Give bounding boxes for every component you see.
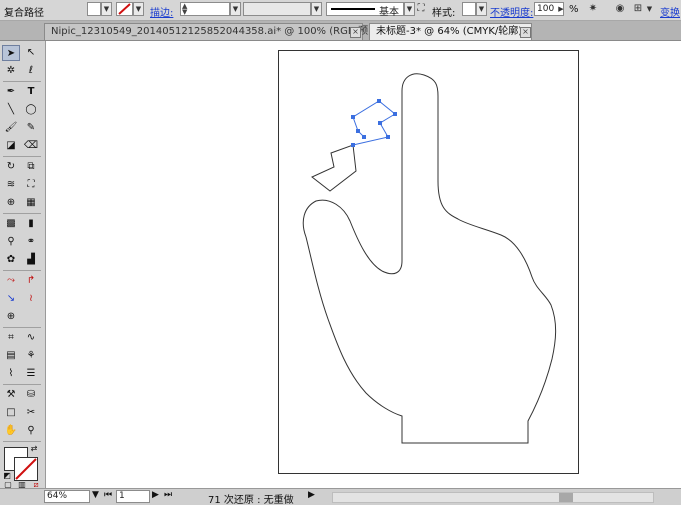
free-transform-tool-icon[interactable]: ⛶: [22, 177, 40, 193]
variable-width-field[interactable]: [243, 2, 311, 16]
tab-untitled-3[interactable]: 未标题-3* @ 64% (CMYK/轮廓) ×: [369, 23, 532, 40]
graphic-style-icon[interactable]: ⛶: [414, 2, 428, 16]
live-paint-tool-icon[interactable]: ⚘: [22, 348, 40, 364]
horizontal-scrollbar[interactable]: [332, 492, 654, 503]
style-swatch[interactable]: [462, 2, 476, 16]
artboard-tool-icon[interactable]: ⌗: [2, 330, 20, 346]
crosshair-tool-icon[interactable]: ⊕: [2, 309, 20, 325]
opacity-flyout-icon[interactable]: ▶: [556, 2, 566, 16]
column-graph-tool-icon[interactable]: ▟: [22, 252, 40, 268]
shape-builder-tool-icon[interactable]: ⊕: [2, 195, 20, 211]
stepper-icon[interactable]: ▲ ▼: [182, 3, 187, 16]
stroke-weight-dropdown-icon[interactable]: ▼: [230, 2, 241, 16]
fill-color-box[interactable]: [87, 2, 101, 16]
paintbrush-tool-icon[interactable]: 🖌: [2, 120, 20, 136]
first-artboard-icon[interactable]: ⏮: [104, 490, 112, 500]
artboard-number-select[interactable]: 1: [116, 490, 150, 503]
fill-dropdown-icon[interactable]: ▼: [101, 2, 112, 16]
recolor-artwork-icon[interactable]: ✷: [586, 2, 600, 16]
direct-selection-tool-icon[interactable]: ↖: [22, 45, 40, 61]
zoom-tool-icon[interactable]: ⚲: [22, 423, 40, 439]
zoom-dropdown-icon[interactable]: ▼: [92, 490, 99, 500]
style-label: 样式:: [432, 8, 456, 19]
next-artboard-icon[interactable]: ▶: [152, 490, 159, 500]
eraser-tool-icon[interactable]: ⌫: [22, 138, 40, 154]
status-bar: 64% ▼ ⏮ 1 ▶ ⏭ 71 次还原 : 无重做 ▶: [0, 488, 681, 506]
tab-nipic-document[interactable]: Nipic_12310549_20140512125852044358.ai* …: [44, 23, 382, 40]
scissors-tool-icon[interactable]: ✂: [22, 405, 40, 421]
opacity-link[interactable]: 不透明度:: [490, 4, 533, 19]
stroke-dropdown-icon[interactable]: ▼: [133, 2, 144, 16]
selection-tool-icon[interactable]: ➤: [2, 45, 20, 61]
control-bar: 复合路径 ▼ ▼ 描边: ▲ ▼ ▼ ▼ 基本 ▼ ⛶ 样式: ▼ 不透明度: 1…: [0, 0, 681, 21]
style-dropdown-icon[interactable]: ▼: [476, 2, 487, 16]
rectangle-tool-icon[interactable]: □: [2, 405, 20, 421]
smooth-tool-icon[interactable]: ↱: [22, 273, 40, 289]
last-artboard-icon[interactable]: ⏭: [164, 490, 172, 500]
artwork-outline[interactable]: [46, 41, 681, 488]
blend-tool-icon[interactable]: ⚭: [22, 234, 40, 250]
opacity-unit: %: [569, 4, 579, 15]
bucket-tool-icon[interactable]: ⛁: [22, 387, 40, 403]
line-tool-icon[interactable]: ╲: [2, 102, 20, 118]
stroke-link[interactable]: 描边:: [150, 4, 173, 19]
symbol-sprayer-tool-icon[interactable]: ✿: [2, 252, 20, 268]
stroke-swatch-icon[interactable]: [14, 457, 38, 481]
stroke-color-box[interactable]: [116, 2, 133, 16]
list-tool-icon[interactable]: ☰: [22, 366, 40, 382]
knife-tool-icon[interactable]: ⚒: [2, 387, 20, 403]
zigzag-tool-icon[interactable]: ⌇: [2, 366, 20, 382]
blob-brush-tool-icon[interactable]: ◪: [2, 138, 20, 154]
align-grid-icon[interactable]: ⊞: [631, 2, 645, 16]
variable-width-dropdown-icon[interactable]: ▼: [311, 2, 322, 16]
hand-outline: [302, 73, 557, 444]
document-tabs: Nipic_12310549_20140512125852044358.ai* …: [0, 21, 681, 41]
close-icon[interactable]: ×: [350, 27, 361, 38]
hand-tool-icon[interactable]: ✋: [2, 423, 20, 439]
isolate-icon[interactable]: ◉: [613, 2, 627, 16]
perspective-grid-tool-icon[interactable]: ▦: [22, 195, 40, 211]
tab-label: Nipic_12310549_20140512125852044358.ai* …: [51, 26, 382, 37]
tools-panel: ➤ ↖ ✲ ℓ ✒ T ╲ ◯ 🖌 ✎ ◪ ⌫ ↻ ⧉ ≋ ⛶ ⊕ ▦ ▩ ▮ …: [0, 41, 46, 489]
tab-label: 未标题-3* @ 64% (CMYK/轮廓): [376, 26, 523, 37]
lasso-tool-icon[interactable]: ℓ: [22, 63, 40, 79]
pen-tool-icon[interactable]: ✒: [2, 84, 20, 100]
mesh-tool-icon[interactable]: ▩: [2, 216, 20, 232]
canvas-area[interactable]: [46, 41, 681, 488]
no-stroke-icon: [118, 3, 131, 15]
align-dropdown-icon[interactable]: ▼: [645, 2, 654, 16]
stroke-profile-label: 基本: [379, 7, 399, 18]
graph-tool-icon[interactable]: ▤: [2, 348, 20, 364]
pencil-tool-icon[interactable]: ✎: [22, 120, 40, 136]
zoom-select[interactable]: 64%: [44, 490, 90, 503]
transform-link[interactable]: 变换: [660, 4, 680, 19]
none-slash-icon: [15, 458, 37, 480]
swap-colors-icon[interactable]: ⇄: [28, 443, 40, 455]
anchor-point-tool-icon[interactable]: ⤳: [2, 273, 20, 289]
eyedropper-tool-icon[interactable]: ⚲: [2, 234, 20, 250]
gradient-tool-icon[interactable]: ▮: [22, 216, 40, 232]
rotate-tool-icon[interactable]: ↻: [2, 159, 20, 175]
tap-arrow-outline: [311, 144, 357, 192]
path-eraser-tool-icon[interactable]: ↘: [2, 291, 20, 307]
slice-tool-icon[interactable]: ∿: [22, 330, 40, 346]
width-tool-icon[interactable]: ≀: [22, 291, 40, 307]
warp-tool-icon[interactable]: ≋: [2, 177, 20, 193]
magic-wand-tool-icon[interactable]: ✲: [2, 63, 20, 79]
ellipse-tool-icon[interactable]: ◯: [22, 102, 40, 118]
brush-field[interactable]: 基本: [326, 2, 404, 18]
status-menu-icon[interactable]: ▶: [308, 490, 315, 500]
stroke-weight-field[interactable]: ▲ ▼: [180, 2, 230, 16]
path-type-label: 复合路径: [4, 8, 44, 19]
scale-tool-icon[interactable]: ⧉: [22, 159, 40, 175]
close-icon[interactable]: ×: [520, 27, 531, 38]
type-tool-icon[interactable]: T: [22, 84, 40, 100]
scrollbar-thumb[interactable]: [559, 493, 573, 502]
